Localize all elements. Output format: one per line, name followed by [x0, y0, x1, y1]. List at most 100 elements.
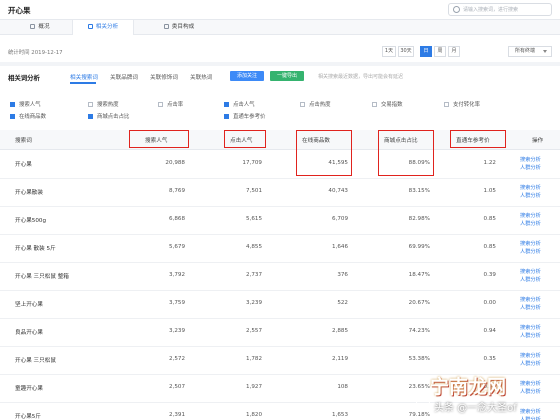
section-title: 相关词分析 [8, 74, 40, 82]
table-row: 坚上开心果 3,759 3,239 522 20.67% 0.00 搜索分析 人群分析 [0, 291, 560, 319]
cell-online-items: 2,885 [331, 328, 348, 334]
period-30day[interactable]: 30天 [398, 46, 414, 57]
cell-online-items: 108 [337, 384, 348, 390]
cell-click-pop: 17,709 [242, 160, 262, 166]
check-search-pop[interactable]: 搜索人气 [10, 100, 41, 108]
cell-ztc-price: 0.85 [483, 244, 496, 250]
cell-mall-click: 20.67% [408, 300, 430, 306]
cell-online-items: 6,709 [331, 216, 348, 222]
search-input[interactable]: 请输入搜索词，进行搜索 [448, 3, 552, 16]
tab-related-analysis[interactable]: 相关分析 [72, 20, 134, 35]
export-hint: 相关搜索最近数据，导出可能会有延迟 [318, 74, 404, 80]
toutiao-logo-icon [416, 399, 430, 411]
crowd-analysis-link[interactable]: 人群分析 [520, 192, 541, 200]
cell-search-pop: 3,792 [168, 272, 185, 278]
watermark-title: 宁南龙网 [430, 376, 507, 398]
search-analysis-link[interactable]: 搜索分析 [520, 268, 541, 276]
cell-online-items: 2,119 [331, 356, 348, 362]
cell-click-pop: 1,782 [245, 356, 262, 362]
checkbox-icon [88, 102, 93, 107]
checkbox-icon [10, 102, 15, 107]
cell-keyword: 开心果 三只松鼠 [15, 358, 56, 364]
export-button[interactable]: 一键导出 [270, 71, 304, 81]
cell-mall-click: 83.15% [408, 188, 430, 194]
cell-click-pop: 1,820 [245, 412, 262, 418]
check-pay-rate[interactable]: 支付转化率 [444, 100, 480, 108]
table-row: 开心果 散装 5斤 5,679 4,855 1,646 69.99% 0.85 搜索分析 人群… [0, 235, 560, 263]
subtab-modifier[interactable]: 关联修饰词 [150, 73, 178, 81]
table-row: 良品开心果 3,239 2,557 2,885 74.23% 0.94 搜索分析 人群分析 [0, 319, 560, 347]
period-day[interactable]: 日 [420, 46, 432, 57]
cell-search-pop: 6,868 [168, 216, 185, 222]
active-subtab-underline [70, 82, 96, 84]
check-online-items[interactable]: 在线商品数 [10, 112, 46, 120]
search-analysis-link[interactable]: 搜索分析 [520, 240, 541, 248]
watermark: 宁南龙网 头条 @一念大圣of [412, 372, 558, 416]
table-row: 开心果散装 8,769 7,501 40,743 83.15% 1.05 搜索分析 人群分析 [0, 179, 560, 207]
check-click-heat[interactable]: 点击热度 [300, 100, 331, 108]
crowd-analysis-link[interactable]: 人群分析 [520, 220, 541, 228]
period-week[interactable]: 周 [434, 46, 446, 57]
subtab-hot[interactable]: 关联热词 [190, 73, 212, 81]
period-month[interactable]: 月 [448, 46, 460, 57]
cell-click-pop: 7,501 [245, 188, 262, 194]
search-analysis-link[interactable]: 搜索分析 [520, 296, 541, 304]
crowd-analysis-link[interactable]: 人群分析 [520, 416, 541, 420]
check-click-pop[interactable]: 点击人气 [224, 100, 255, 108]
crowd-analysis-link[interactable]: 人群分析 [520, 164, 541, 172]
tab-overview[interactable]: 概况 [10, 20, 70, 35]
check-trade-index[interactable]: 交易指数 [372, 100, 403, 108]
terminal-select[interactable]: 所有终端 [508, 46, 552, 57]
cell-keyword: 开心果 三只松鼠 整箱 [15, 274, 69, 280]
cell-ztc-price: 0.39 [483, 272, 496, 278]
cell-search-pop: 3,759 [168, 300, 185, 306]
search-analysis-link[interactable]: 搜索分析 [520, 324, 541, 332]
cell-search-pop: 2,572 [168, 356, 185, 362]
cell-mall-click: 18.47% [408, 272, 430, 278]
check-search-heat[interactable]: 搜索热度 [88, 100, 119, 108]
crowd-analysis-link[interactable]: 人群分析 [520, 248, 541, 256]
search-analysis-link[interactable]: 搜索分析 [520, 212, 541, 220]
cell-search-pop: 3,239 [168, 328, 185, 334]
cell-keyword: 开心果500g [15, 218, 47, 224]
cell-search-pop: 2,507 [168, 384, 185, 390]
category-icon [163, 24, 169, 29]
app-title: 开心果 [8, 6, 31, 15]
checkbox-icon [158, 102, 163, 107]
tab-category[interactable]: 类目构成 [146, 20, 212, 35]
check-mall-click[interactable]: 商城点击占比 [88, 112, 129, 120]
subtab-brand[interactable]: 关联品牌词 [110, 73, 138, 81]
cell-search-pop: 2,391 [168, 412, 185, 418]
top-bar: 开心果 请输入搜索词，进行搜索 [0, 0, 560, 20]
main-tabs: 概况 相关分析 类目构成 [0, 20, 560, 35]
crowd-analysis-link[interactable]: 人群分析 [520, 304, 541, 312]
subtab-related-search[interactable]: 相关搜索词 [70, 73, 98, 81]
crowd-analysis-link[interactable]: 人群分析 [520, 276, 541, 284]
table-row: 开心果 20,988 17,709 41,595 88.09% 1.22 搜索分析 人群分析 [0, 151, 560, 179]
cell-mall-click: 82.98% [408, 216, 430, 222]
highlight-click-pop-header [224, 130, 266, 148]
metric-checkboxes: 搜索人气 搜索热度 点击率 点击人气 点击热度 交易指数 支付转化率 在线商品数… [10, 100, 550, 124]
search-analysis-link[interactable]: 搜索分析 [520, 156, 541, 164]
crowd-analysis-link[interactable]: 人群分析 [520, 360, 541, 368]
search-analysis-link[interactable]: 搜索分析 [520, 184, 541, 192]
search-placeholder: 请输入搜索词，进行搜索 [463, 7, 519, 13]
th-ops: 操作 [532, 138, 544, 144]
cell-keyword: 开心果散装 [15, 190, 43, 196]
section-divider [0, 62, 560, 66]
cell-click-pop: 5,615 [245, 216, 262, 222]
check-ztc-price[interactable]: 直通车参考价 [224, 112, 265, 120]
cell-online-items: 1,646 [331, 244, 348, 250]
cell-search-pop: 5,679 [168, 244, 185, 250]
check-click-rate[interactable]: 点击率 [158, 100, 183, 108]
add-follow-button[interactable]: 添加关注 [230, 71, 264, 81]
cell-search-pop: 20,988 [165, 160, 185, 166]
crowd-analysis-link[interactable]: 人群分析 [520, 332, 541, 340]
period-1day[interactable]: 1天 [382, 46, 396, 57]
cell-click-pop: 2,557 [245, 328, 262, 334]
cell-click-pop: 2,737 [245, 272, 262, 278]
section-bar: 相关词分析 相关搜索词 关联品牌词 关联修饰词 关联热词 添加关注 一键导出 相… [8, 70, 552, 84]
chevron-down-icon [543, 50, 547, 53]
search-analysis-link[interactable]: 搜索分析 [520, 352, 541, 360]
checkbox-icon [300, 102, 305, 107]
